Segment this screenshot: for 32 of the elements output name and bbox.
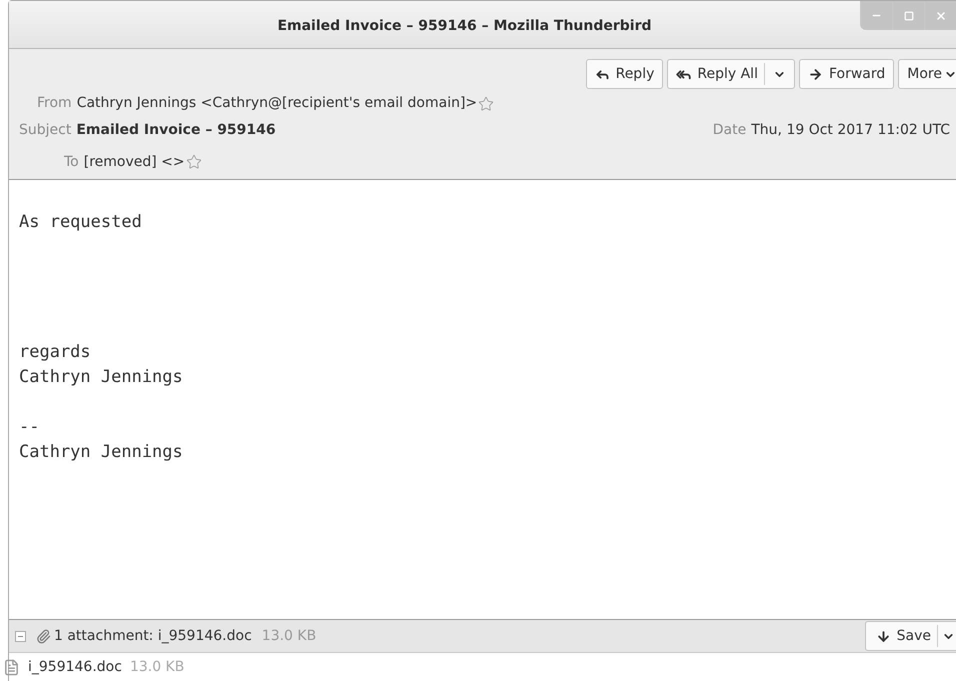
close-icon	[934, 10, 946, 22]
body-text: Cathryn Jennings	[19, 441, 184, 464]
field-value: Emailed Invoice – 959146	[76, 120, 276, 140]
star-icon[interactable]	[186, 154, 202, 170]
document-icon	[3, 658, 20, 676]
arrow-right-icon	[808, 66, 823, 82]
maximize-icon	[904, 10, 914, 20]
body-text: Cathryn Jennings	[19, 366, 184, 389]
arrow-down-icon	[876, 628, 891, 644]
field-label: To	[64, 152, 79, 172]
attachment-size: 13.0 KB	[130, 658, 184, 676]
attachment-size: 13.0 KB	[262, 626, 316, 646]
save-button[interactable]: Save	[864, 621, 956, 651]
forward-button[interactable]: Forward	[798, 59, 894, 89]
field-value: [removed] <>	[84, 152, 185, 172]
field-label: Subject	[19, 120, 72, 140]
field-value: Thu, 19 Oct 2017 11:02 UTC	[751, 120, 950, 140]
reply-all-button[interactable]: Reply All	[667, 59, 795, 89]
field-label: Date	[712, 120, 746, 140]
body-text: regards	[19, 341, 92, 364]
star-icon[interactable]	[478, 96, 494, 112]
field-value: Cathryn Jennings <Cathryn@[recipient's email domain]>	[76, 94, 478, 113]
collapse-toggle[interactable]	[15, 630, 26, 642]
paperclip-icon	[36, 628, 51, 644]
reply-button[interactable]: Reply	[586, 59, 664, 89]
attachment-name[interactable]: i_959146.doc	[28, 656, 122, 678]
attachment-summary: 1 attachment: i_959146.doc	[54, 626, 252, 646]
body-text: As requested	[19, 211, 143, 234]
body-text: --	[19, 416, 40, 439]
window-title: Emailed Invoice – 959146 – Mozilla Thunderbird	[277, 17, 652, 36]
more-button[interactable]: More	[898, 59, 956, 89]
field-label: From	[37, 94, 72, 113]
